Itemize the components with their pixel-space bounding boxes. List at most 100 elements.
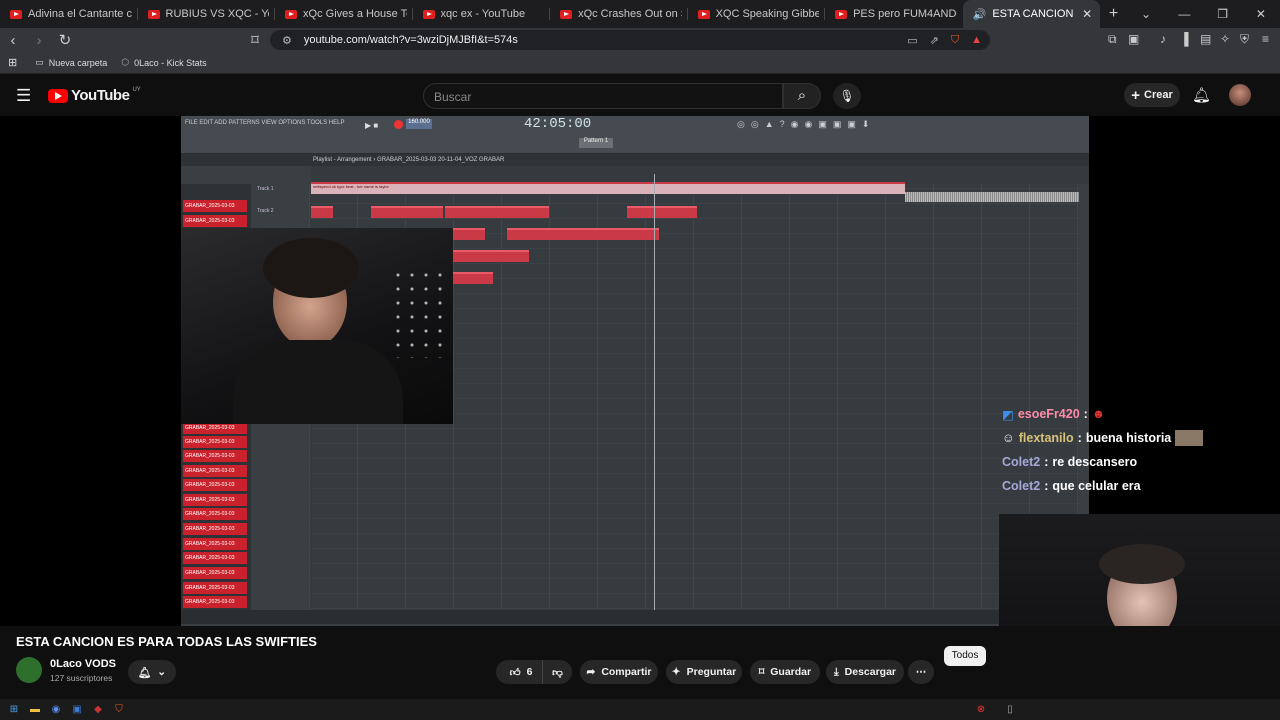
browser-menu-icon[interactable]: ≡ [1262, 32, 1269, 46]
create-button[interactable]: + Crear [1124, 83, 1180, 107]
youtube-play-logo-icon [48, 88, 68, 103]
search-button[interactable]: ⌕ [783, 83, 821, 109]
tray-icon[interactable]: ▯ [1000, 703, 1020, 717]
browser-tab[interactable]: Adivina el Cantante con Fuerza [0, 0, 138, 28]
subscriber-count: 127 suscriptores [50, 673, 113, 683]
extensions-icon[interactable]: ⧉ [1108, 32, 1117, 47]
browser-tab[interactable]: RUBIUS VS XQC - YouTube [138, 0, 276, 28]
share-icon: ➦ [586, 666, 596, 678]
share-icon[interactable]: ⇗ [930, 34, 939, 47]
filter-chip-all[interactable]: Todos [944, 646, 986, 666]
app-icon[interactable]: ◆ [88, 703, 108, 717]
clip-list-item: GRABAR_2025-03-03 20-... [183, 200, 247, 212]
audio-clip [453, 228, 485, 240]
dislike-button[interactable]: 👎︎ [542, 660, 572, 684]
account-avatar[interactable] [1229, 84, 1251, 106]
apps-grid-icon[interactable]: ⊞ [8, 56, 17, 69]
streamer-body [233, 340, 403, 424]
vpn-icon[interactable]: ⛨ [1240, 32, 1249, 47]
bookmark-item[interactable]: ⬡ 0Laco - Kick Stats [121, 57, 206, 68]
youtube-favicon-icon [422, 9, 435, 19]
tab-title: xQc Crashes Out on Stream al [578, 8, 682, 20]
channel-avatar[interactable] [16, 657, 42, 683]
brave-browser-icon[interactable]: ⛉ [109, 703, 129, 717]
audio-clip [371, 206, 443, 218]
search-input[interactable]: Buscar [423, 83, 783, 109]
audio-clip [507, 228, 659, 240]
search-icon: ⌕ [797, 87, 807, 104]
channel-name[interactable]: 0Laco VODS [50, 658, 116, 670]
bookmark-label: Nueva carpeta [48, 57, 108, 68]
wallet-icon[interactable]: ▤ [1200, 32, 1211, 46]
close-window-button[interactable]: ✕ [1242, 7, 1280, 21]
clip-list-item: GRABAR_2025-03-03 20-... [183, 567, 247, 579]
daw-toolbar-icons: ◎◎▲?◉◉▣▣▣⬇ [737, 119, 876, 129]
browser-tab[interactable]: xqc ex - YouTube [413, 0, 551, 28]
bookmark-icon: ⌑ [758, 666, 765, 678]
subscribe-bell-button[interactable]: 🔔︎ ⌄ [128, 660, 176, 684]
youtube-wordmark: YouTube [71, 87, 130, 104]
download-icon: ⤓ [833, 665, 839, 678]
playlist-header: Playlist - Arrangement › GRABAR_2025-03-… [181, 154, 1089, 166]
app-icon[interactable]: ◉ [46, 703, 66, 717]
region-code: UY [132, 86, 141, 93]
tab-search-icon[interactable]: ⌄ [1127, 7, 1165, 21]
clip-list-item: GRABAR_2025-03-03 20-... [183, 436, 247, 448]
browser-tab-active[interactable]: 🔊 ESTA CANCION ES PARA ✕ [962, 0, 1101, 28]
like-button[interactable]: 👍︎ 6 [496, 660, 546, 684]
site-settings-icon[interactable]: ⚙ [282, 34, 292, 47]
badge-icon: ◩ [1002, 407, 1014, 422]
tab-title: ESTA CANCION ES PARA [992, 8, 1074, 20]
file-explorer-icon[interactable]: ▬ [25, 703, 45, 717]
rewards-icon[interactable]: ▲ [971, 34, 982, 46]
audio-clip [311, 206, 333, 218]
forward-button[interactable]: › [26, 32, 52, 49]
tab-title: xqc ex - YouTube [440, 8, 526, 20]
clip-list-item: GRABAR_2025-03-03 20-... [183, 215, 247, 227]
chat-message: Colet2: re descansero [1002, 455, 1138, 469]
browser-tab[interactable]: xQc Crashes Out on Stream al [550, 0, 688, 28]
thumbs-up-icon: 👍︎ [509, 666, 521, 679]
bookmark-folder[interactable]: ▭ Nueva carpeta [35, 57, 107, 68]
new-tab-button[interactable]: + [1100, 5, 1127, 23]
save-button[interactable]: ⌑ Guardar [750, 660, 820, 684]
app-icon[interactable]: ▣ [67, 703, 87, 717]
video-player[interactable]: FILE EDIT ADD PATTERNS VIEW OPTIONS TOOL… [0, 116, 1280, 626]
restore-window-button[interactable]: ❐ [1203, 7, 1241, 21]
tab-title: Adivina el Cantante con Fuerza [28, 8, 132, 20]
tab-title: XQC Speaking Gibberish for 3 [715, 8, 820, 20]
screenshot-icon[interactable]: ▣ [1128, 32, 1139, 46]
media-icon[interactable]: ♪ [1160, 32, 1166, 46]
tray-record-icon[interactable]: ⊗ [971, 703, 991, 717]
browser-tab[interactable]: XQC Speaking Gibberish for 3 [688, 0, 826, 28]
reload-button[interactable]: ↻ [52, 31, 78, 49]
sidebar-icon[interactable]: ▐ [1180, 32, 1189, 46]
address-bar[interactable]: ⚙ youtube.com/watch?v=3wziDjMJBfI&t=574s… [270, 30, 990, 50]
cast-icon[interactable]: ▭ [907, 34, 917, 47]
channel-info: 0Laco VODS 127 suscriptores [16, 657, 216, 687]
emote-icon [1175, 430, 1204, 446]
back-button[interactable]: ‹ [0, 32, 26, 49]
video-title: ESTA CANCION ES PARA TODAS LAS SWIFTIES [16, 634, 317, 649]
ask-button[interactable]: ✦ Preguntar [666, 660, 742, 684]
more-actions-button[interactable]: ⋯ [908, 660, 934, 684]
browser-tab[interactable]: PES pero FUM4AND0 por cada [825, 0, 963, 28]
browser-tab[interactable]: xQc Gives a House Tour - YouT [275, 0, 413, 28]
close-tab-icon[interactable]: ✕ [1080, 7, 1094, 21]
brave-shield-icon[interactable]: ⛉ [951, 34, 959, 47]
download-button[interactable]: ⤓ Descargar [826, 660, 904, 684]
chat-message: Colet2: que celular era [1002, 479, 1141, 493]
like-count: 6 [526, 666, 533, 678]
hamburger-menu-icon[interactable]: ☰ [16, 86, 31, 106]
start-menu-icon[interactable]: ⊞ [4, 703, 24, 717]
clip-list-item: GRABAR_2025-03-03 20-... [183, 494, 247, 506]
share-button[interactable]: ➦ Compartir [580, 660, 658, 684]
notifications-bell-icon[interactable]: 🔔︎ [1192, 86, 1211, 104]
youtube-header: ☰ YouTube UY Buscar ⌕ 🎙 + Crear 🔔︎ [0, 74, 1280, 116]
youtube-logo[interactable]: YouTube UY [48, 87, 141, 104]
minimize-window-button[interactable]: — [1165, 7, 1203, 21]
youtube-favicon-icon [697, 9, 710, 19]
voice-search-button[interactable]: 🎙 [833, 83, 861, 109]
bookmark-page-icon[interactable]: ⌑ [242, 31, 268, 49]
leo-icon[interactable]: ✧ [1220, 32, 1230, 46]
